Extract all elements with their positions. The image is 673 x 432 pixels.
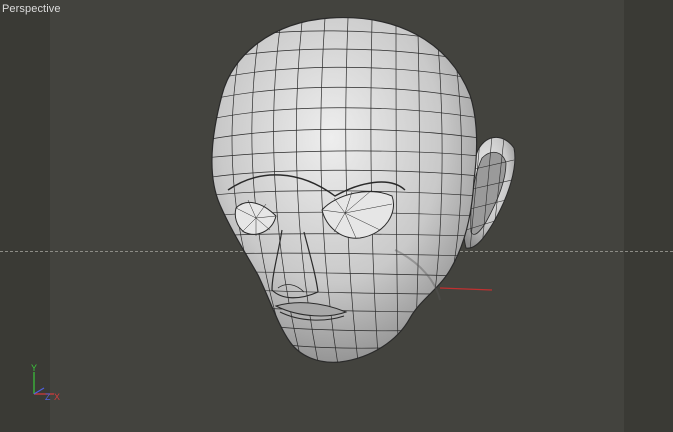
y-axis-label: Y (31, 364, 37, 373)
x-axis-label: X (54, 392, 60, 402)
axis-gizmo[interactable]: Y X Z (26, 364, 66, 408)
pivot-marker (439, 287, 493, 291)
head-mesh (211, 17, 478, 363)
head-mesh-model[interactable] (0, 0, 673, 432)
perspective-viewport[interactable]: Perspective Y X Z (0, 0, 673, 432)
z-axis-label: Z (45, 392, 51, 402)
